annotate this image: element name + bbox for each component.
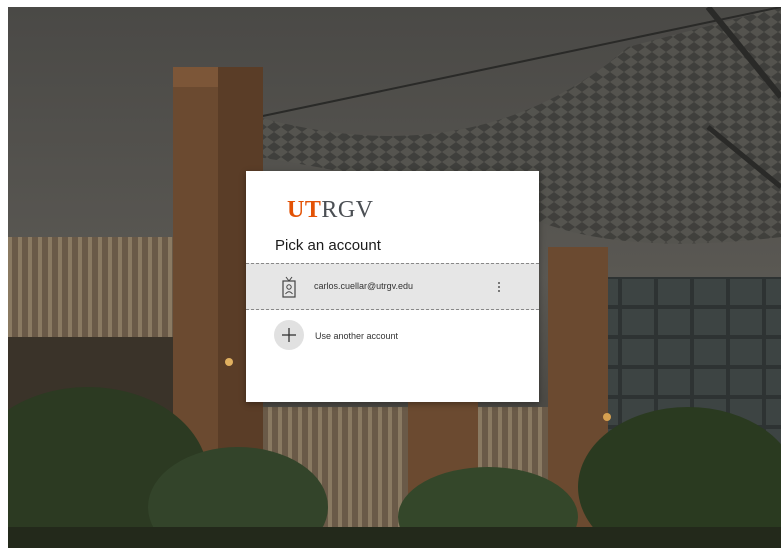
dialog-title: Pick an account xyxy=(275,237,381,254)
account-picker-dialog: UTRGV Pick an account carlos.cuellar@utr… xyxy=(246,171,539,402)
badge-icon xyxy=(281,276,297,298)
logo-rgv-text: RGV xyxy=(321,197,374,223)
use-another-account-button[interactable]: Use another account xyxy=(246,317,539,353)
utrgv-logo: UTRGV xyxy=(287,198,374,222)
logo-ut-text: UT xyxy=(287,197,322,223)
account-email: carlos.cuellar@utrgv.edu xyxy=(314,281,414,291)
use-another-account-label: Use another account xyxy=(315,331,399,341)
more-options-icon[interactable] xyxy=(494,276,504,298)
page: UTRGV Pick an account carlos.cuellar@utr… xyxy=(0,0,781,548)
account-tile[interactable]: carlos.cuellar@utrgv.edu xyxy=(246,263,539,310)
plus-icon xyxy=(274,320,304,350)
